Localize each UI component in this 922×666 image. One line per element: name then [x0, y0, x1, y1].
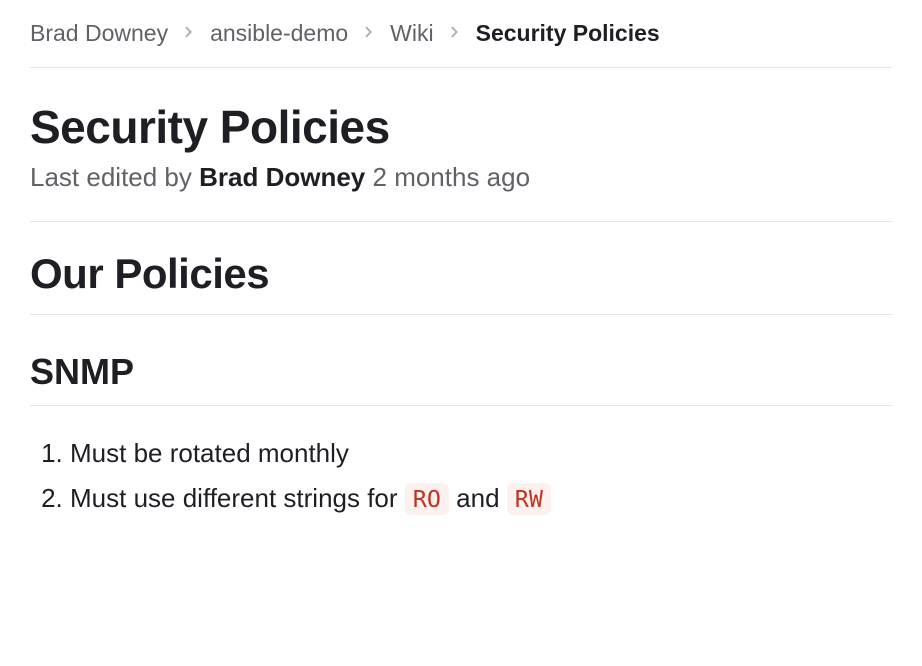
list-item-text: and	[449, 483, 507, 513]
meta-prefix: Last edited by	[30, 162, 199, 192]
page-header: Security Policies Last edited by Brad Do…	[30, 100, 892, 222]
list-item: Must use different strings for RO and RW	[70, 479, 892, 518]
chevron-right-icon	[448, 23, 462, 44]
policy-list: Must be rotated monthly Must use differe…	[30, 434, 892, 518]
author-name[interactable]: Brad Downey	[199, 162, 365, 192]
breadcrumb-project[interactable]: ansible-demo	[210, 20, 348, 47]
chevron-right-icon	[362, 23, 376, 44]
section-heading-policies: Our Policies	[30, 250, 892, 315]
chevron-right-icon	[182, 23, 196, 44]
list-item: Must be rotated monthly	[70, 434, 892, 473]
breadcrumb-wiki[interactable]: Wiki	[390, 20, 433, 47]
breadcrumb: Brad Downey ansible-demo Wiki Security P…	[30, 20, 892, 68]
breadcrumb-user[interactable]: Brad Downey	[30, 20, 168, 47]
last-edited-meta: Last edited by Brad Downey 2 months ago	[30, 162, 892, 193]
code-ro: RO	[405, 483, 449, 515]
breadcrumb-current: Security Policies	[476, 20, 660, 47]
meta-time: 2 months ago	[365, 162, 530, 192]
list-item-text: Must use different strings for	[70, 483, 405, 513]
code-rw: RW	[507, 483, 551, 515]
page-title: Security Policies	[30, 100, 892, 154]
section-heading-snmp: SNMP	[30, 351, 892, 406]
